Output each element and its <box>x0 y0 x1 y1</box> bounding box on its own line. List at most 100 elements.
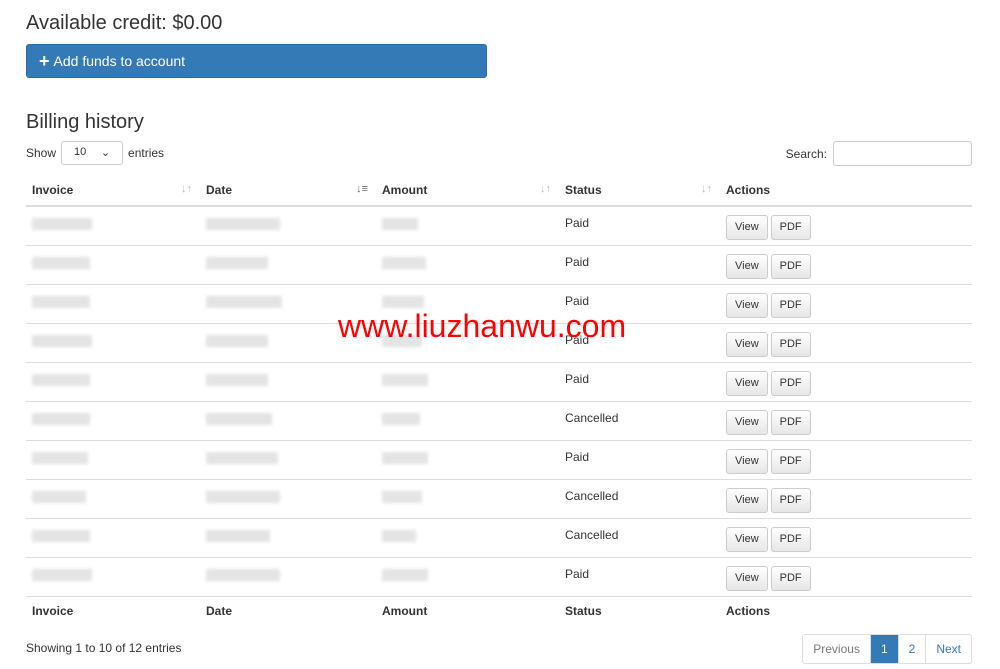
date-cell <box>200 517 376 557</box>
view-button[interactable]: View <box>726 526 768 552</box>
actions-cell: View PDF <box>720 400 972 440</box>
page-size-value: 10 <box>74 146 87 158</box>
status-cell: Paid <box>559 322 720 362</box>
table-row: Cancelled View PDF <box>26 517 972 557</box>
column-header-actions: Actions <box>720 175 972 207</box>
view-button[interactable]: View <box>726 215 768 240</box>
view-button[interactable]: View <box>726 370 768 396</box>
page-size-select[interactable]: 10 ⌄ <box>61 141 124 165</box>
table-row: Paid View PDF <box>26 556 972 596</box>
pdf-button[interactable]: PDF <box>770 526 811 552</box>
redacted-invoice <box>32 490 86 503</box>
column-label: Date <box>206 604 233 619</box>
page-2-button[interactable]: 2 <box>897 635 926 663</box>
view-button[interactable]: View <box>726 565 768 591</box>
pdf-button[interactable]: PDF <box>770 409 811 435</box>
view-button[interactable]: View <box>726 331 768 357</box>
column-header-invoice[interactable]: Invoice ↓↑ <box>26 175 200 207</box>
table-row: Paid View PDF <box>26 244 972 284</box>
search-label: Search: <box>785 146 827 161</box>
invoice-cell <box>26 244 200 284</box>
redacted-invoice <box>32 529 90 542</box>
redacted-amount <box>382 412 420 425</box>
redacted-amount <box>382 334 422 347</box>
table-row: Paid View PDF <box>26 322 972 362</box>
column-header-amount[interactable]: Amount ↓↑ <box>376 175 559 207</box>
footer-header-invoice: Invoice <box>26 595 200 626</box>
billing-table: Invoice ↓↑ Date ↓≡ Amount ↓↑ Status ↓↑ Actions P… <box>26 175 972 626</box>
previous-page-button[interactable]: Previous <box>803 635 870 663</box>
redacted-date <box>206 568 280 581</box>
invoice-cell <box>26 478 200 518</box>
status-cell: Paid <box>559 439 720 479</box>
column-label: Amount <box>382 604 428 619</box>
plus-icon: + <box>39 51 50 71</box>
column-header-date[interactable]: Date ↓≡ <box>200 175 376 207</box>
table-row: Paid View PDF <box>26 283 972 323</box>
redacted-date <box>206 256 268 269</box>
available-credit: Available credit: $0.00 <box>26 12 223 34</box>
add-funds-button[interactable]: + Add funds to account <box>26 44 487 78</box>
amount-cell <box>376 244 559 284</box>
sort-icon: ↓↑ <box>181 183 192 195</box>
invoice-cell <box>26 400 200 440</box>
actions-cell: View PDF <box>720 361 972 401</box>
redacted-amount <box>382 373 428 386</box>
status-cell: Cancelled <box>559 517 720 557</box>
actions-cell: View PDF <box>720 283 972 323</box>
status-cell: Paid <box>559 244 720 284</box>
status-cell: Cancelled <box>559 400 720 440</box>
redacted-invoice <box>32 218 92 230</box>
actions-cell: View PDF <box>720 322 972 362</box>
billing-history-title: Billing history <box>26 111 144 133</box>
view-button[interactable]: View <box>726 487 768 513</box>
amount-cell <box>376 400 559 440</box>
actions-cell: View PDF <box>720 439 972 479</box>
footer-header-amount: Amount <box>376 595 559 626</box>
pdf-button[interactable]: PDF <box>770 487 811 513</box>
view-button[interactable]: View <box>726 409 768 435</box>
redacted-date <box>206 218 280 230</box>
date-cell <box>200 244 376 284</box>
redacted-amount <box>382 295 424 308</box>
actions-cell: View PDF <box>720 556 972 596</box>
invoice-cell <box>26 361 200 401</box>
redacted-amount <box>382 490 422 503</box>
redacted-date <box>206 490 280 503</box>
search-input[interactable] <box>833 141 972 166</box>
pdf-button[interactable]: PDF <box>770 253 811 279</box>
pdf-button[interactable]: PDF <box>770 370 811 396</box>
table-info: Showing 1 to 10 of 12 entries <box>26 641 182 655</box>
redacted-date <box>206 412 272 425</box>
pdf-button[interactable]: PDF <box>770 448 811 474</box>
page-1-button[interactable]: 1 <box>869 635 898 663</box>
invoice-cell <box>26 517 200 557</box>
pdf-button[interactable]: PDF <box>770 292 811 318</box>
view-button[interactable]: View <box>726 448 768 474</box>
footer-header-date: Date <box>200 595 376 626</box>
sort-icon: ↓↑ <box>701 183 712 195</box>
invoice-cell <box>26 283 200 323</box>
pdf-button[interactable]: PDF <box>770 331 811 357</box>
column-label: Amount <box>382 183 428 197</box>
redacted-date <box>206 373 268 386</box>
amount-cell <box>376 322 559 362</box>
actions-cell: View PDF <box>720 206 972 245</box>
column-header-status[interactable]: Status ↓↑ <box>559 175 720 207</box>
redacted-amount <box>382 451 428 464</box>
pdf-button[interactable]: PDF <box>770 565 811 591</box>
view-button[interactable]: View <box>726 253 768 279</box>
pagination: Previous 1 2 Next <box>802 634 972 664</box>
invoice-cell <box>26 556 200 596</box>
redacted-date <box>206 295 282 308</box>
column-label: Date <box>206 183 233 197</box>
view-button[interactable]: View <box>726 292 768 318</box>
entries-label: entries <box>128 146 165 160</box>
column-label: Invoice <box>32 604 74 619</box>
search-control: Search: <box>786 141 972 166</box>
invoice-cell <box>26 439 200 479</box>
table-row: Paid View PDF <box>26 361 972 401</box>
column-label: Actions <box>726 604 771 619</box>
next-page-button[interactable]: Next <box>925 635 971 663</box>
pdf-button[interactable]: PDF <box>770 215 811 240</box>
